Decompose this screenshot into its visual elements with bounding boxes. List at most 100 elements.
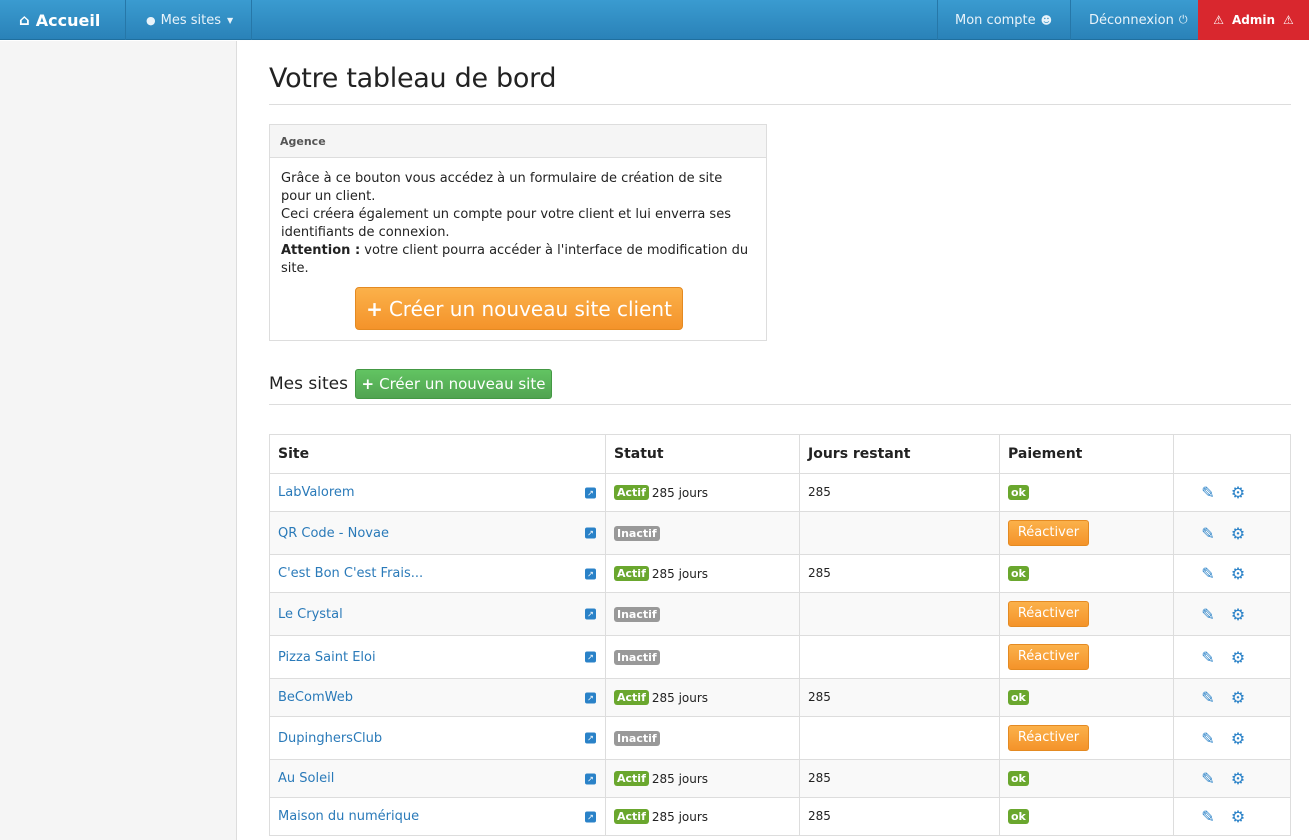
nav-account[interactable]: Mon compte ☻ [937, 0, 1069, 40]
header-actions [1173, 434, 1291, 474]
gear-icon[interactable]: ⚙ [1228, 564, 1248, 583]
create-site-button[interactable]: + Créer un nouveau site [355, 369, 552, 399]
gear-icon[interactable]: ⚙ [1228, 807, 1248, 826]
table-row: C'est Bon C'est Frais... ↗ Actif 285 jours 2… [269, 554, 1291, 593]
table-row: BeComWeb ↗ Actif 285 jours 285 ok ✎ ⚙ [269, 678, 1291, 717]
panel-body: Grâce à ce bouton vous accédez à un form… [270, 158, 766, 290]
payment-cell: ok [999, 678, 1174, 717]
pencil-icon[interactable]: ✎ [1198, 648, 1218, 667]
pencil-icon[interactable]: ✎ [1198, 483, 1218, 502]
pencil-icon[interactable]: ✎ [1198, 605, 1218, 624]
status-cell: Inactif [605, 716, 800, 760]
external-link-icon[interactable]: ↗ [585, 608, 596, 620]
status-badge: Inactif [614, 525, 660, 541]
days-text: 285 jours [651, 690, 709, 705]
gear-icon[interactable]: ⚙ [1228, 648, 1248, 667]
top-navbar: ⌂ Accueil ● Mes sites ▼ Mon compte ☻ Déc… [0, 0, 1309, 40]
site-link[interactable]: Au Soleil [278, 771, 334, 786]
actions-cell: ✎ ⚙ [1173, 797, 1291, 836]
table-header-row: Site Statut Jours restant Paiement [269, 434, 1291, 474]
days-value: 285 [808, 566, 831, 580]
payment-cell: ok [999, 554, 1174, 593]
reactivate-button[interactable]: Réactiver [1008, 725, 1089, 751]
site-cell: DupinghersClub ↗ [269, 716, 606, 760]
site-link[interactable]: Pizza Saint Eloi [278, 650, 376, 665]
table-row: Maison du numérique ↗ Actif 285 jours 285 ok ✎… [269, 797, 1291, 836]
site-link[interactable]: LabValorem [278, 485, 355, 500]
payment-cell: ok [999, 759, 1174, 798]
globe-icon: ● [146, 13, 156, 27]
actions-cell: ✎ ⚙ [1173, 554, 1291, 593]
site-link[interactable]: DupinghersClub [278, 731, 382, 746]
gear-icon[interactable]: ⚙ [1228, 605, 1248, 624]
gear-icon[interactable]: ⚙ [1228, 769, 1248, 788]
pencil-icon[interactable]: ✎ [1198, 807, 1218, 826]
external-link-icon[interactable]: ↗ [585, 732, 596, 744]
days-cell [799, 716, 1000, 760]
status-badge: Actif [614, 771, 649, 786]
external-link-icon[interactable]: ↗ [585, 651, 596, 663]
page-title: Votre tableau de bord [269, 63, 557, 94]
table-row: Au Soleil ↗ Actif 285 jours 285 ok ✎ ⚙ [269, 759, 1291, 798]
site-link[interactable]: Le Crystal [278, 607, 343, 622]
pencil-icon[interactable]: ✎ [1198, 524, 1218, 543]
payment-cell: Réactiver [999, 592, 1174, 636]
status-badge: Inactif [614, 649, 660, 665]
gear-icon[interactable]: ⚙ [1228, 524, 1248, 543]
payment-ok-badge: ok [1008, 566, 1029, 581]
days-value: 285 [808, 809, 831, 823]
days-value: 285 [808, 485, 831, 499]
plus-icon: + [361, 375, 375, 393]
pencil-icon[interactable]: ✎ [1198, 729, 1218, 748]
panel-attention: Attention : votre client pourra accéder … [281, 242, 755, 278]
gear-icon[interactable]: ⚙ [1228, 688, 1248, 707]
payment-ok-badge: ok [1008, 690, 1029, 705]
nav-logout[interactable]: Déconnexion ⏻ [1070, 0, 1198, 40]
site-link[interactable]: BeComWeb [278, 690, 353, 705]
table-row: QR Code - Novae ↗ Inactif Réactiver ✎ ⚙ [269, 511, 1291, 555]
payment-cell: Réactiver [999, 635, 1174, 679]
pencil-icon[interactable]: ✎ [1198, 769, 1218, 788]
nav-admin[interactable]: ⚠ Admin ⚠ [1198, 0, 1309, 40]
site-cell: QR Code - Novae ↗ [269, 511, 606, 555]
site-link[interactable]: Maison du numérique [278, 809, 419, 824]
payment-cell: ok [999, 797, 1174, 836]
nav-logout-label: Déconnexion [1089, 12, 1174, 28]
header-days: Jours restant [799, 434, 1000, 474]
reactivate-button[interactable]: Réactiver [1008, 520, 1089, 546]
actions-cell: ✎ ⚙ [1173, 635, 1291, 679]
reactivate-button[interactable]: Réactiver [1008, 601, 1089, 627]
days-cell: 285 [799, 678, 1000, 717]
gear-icon[interactable]: ⚙ [1228, 483, 1248, 502]
user-icon: ☻ [1040, 13, 1053, 27]
nav-sites-dropdown[interactable]: ● Mes sites ▼ [127, 0, 252, 40]
external-link-icon[interactable]: ↗ [585, 773, 596, 784]
nav-home-label: Accueil [35, 10, 101, 30]
gear-icon[interactable]: ⚙ [1228, 729, 1248, 748]
external-link-icon[interactable]: ↗ [585, 692, 596, 703]
nav-home[interactable]: ⌂ Accueil [0, 0, 126, 40]
external-link-icon[interactable]: ↗ [585, 487, 596, 498]
pencil-icon[interactable]: ✎ [1198, 564, 1218, 583]
site-cell: C'est Bon C'est Frais... ↗ [269, 554, 606, 593]
external-link-icon[interactable]: ↗ [585, 527, 596, 539]
status-cell: Actif 285 jours [605, 554, 800, 593]
days-cell [799, 511, 1000, 555]
create-client-site-button[interactable]: + Créer un nouveau site client [355, 287, 683, 330]
external-link-icon[interactable]: ↗ [585, 568, 596, 579]
agency-panel: Agence Grâce à ce bouton vous accédez à … [269, 124, 767, 341]
header-payment: Paiement [999, 434, 1174, 474]
divider [269, 104, 1291, 105]
status-cell: Actif 285 jours [605, 797, 800, 836]
external-link-icon[interactable]: ↗ [585, 811, 596, 822]
days-cell: 285 [799, 554, 1000, 593]
payment-ok-badge: ok [1008, 809, 1029, 824]
actions-cell: ✎ ⚙ [1173, 678, 1291, 717]
site-link[interactable]: C'est Bon C'est Frais... [278, 566, 423, 581]
site-link[interactable]: QR Code - Novae [278, 526, 389, 541]
reactivate-button[interactable]: Réactiver [1008, 644, 1089, 670]
status-cell: Actif 285 jours [605, 759, 800, 798]
pencil-icon[interactable]: ✎ [1198, 688, 1218, 707]
site-cell: Le Crystal ↗ [269, 592, 606, 636]
nav-admin-label: Admin [1231, 13, 1276, 27]
